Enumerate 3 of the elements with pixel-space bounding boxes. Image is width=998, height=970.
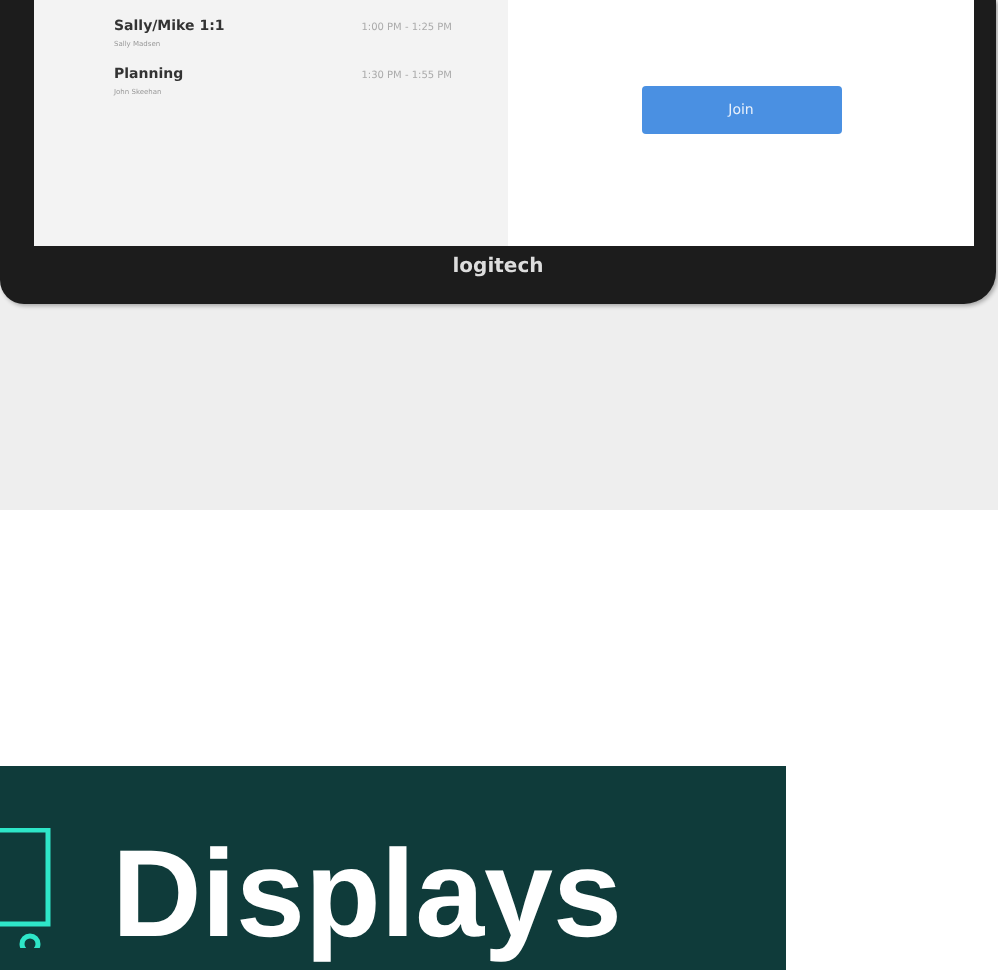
banner-title: Displays (112, 834, 623, 958)
brand-logo: logitech (452, 256, 544, 278)
display-person-icon (0, 828, 52, 948)
